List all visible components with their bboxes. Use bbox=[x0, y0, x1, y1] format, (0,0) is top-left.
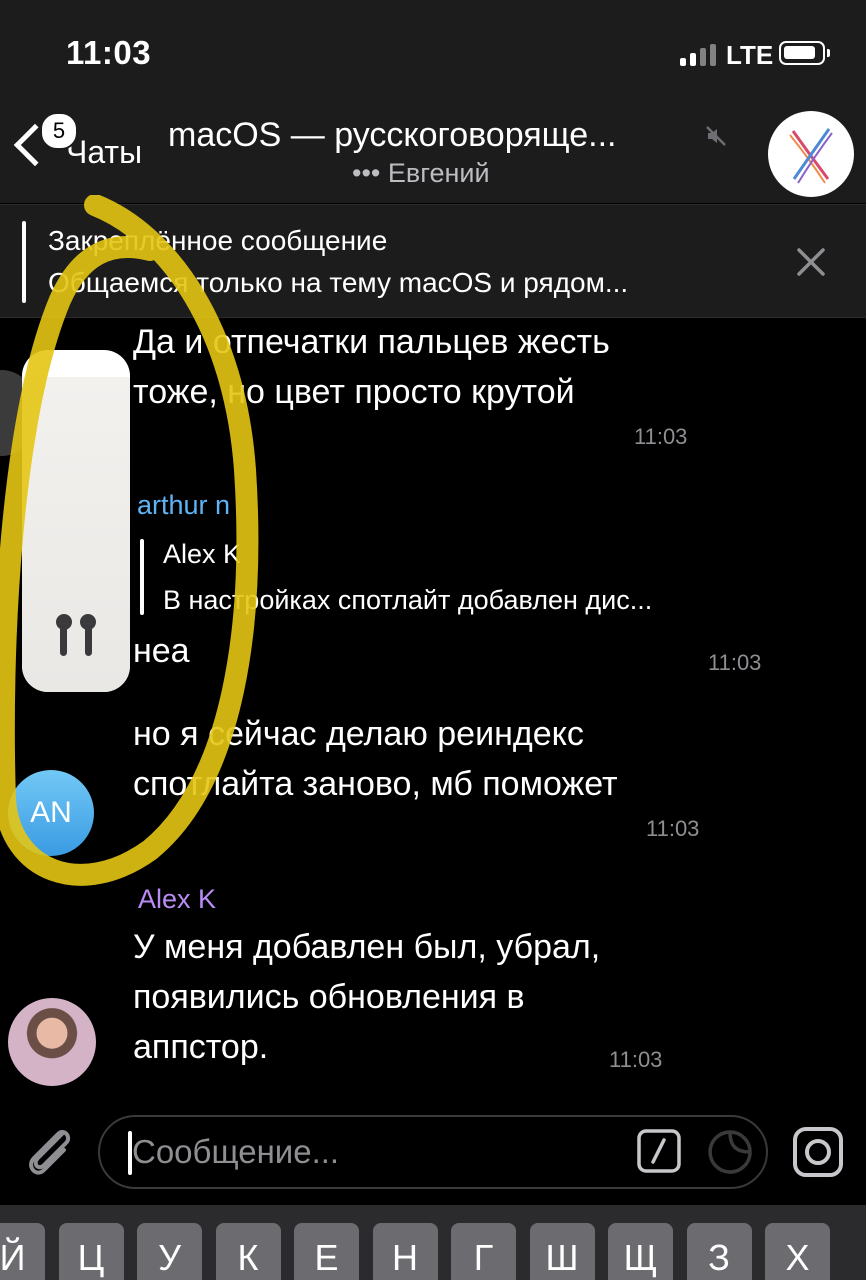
bot-command-icon[interactable] bbox=[636, 1128, 682, 1174]
message-time: 11:03 bbox=[646, 816, 700, 841]
sender-name[interactable]: Alex K bbox=[138, 884, 216, 915]
message-text: неа bbox=[133, 632, 190, 670]
message-text: спотлайта заново, мб поможет bbox=[133, 765, 618, 803]
keyboard: ЙЦУКЕНГШЩЗХ bbox=[0, 1205, 866, 1280]
message-text: тоже, но цвет просто крутой bbox=[133, 373, 575, 411]
pinned-text: Общаемся только на тему macOS и рядом... bbox=[48, 267, 629, 298]
back-button[interactable]: Чаты 5 bbox=[13, 112, 164, 182]
signal-icon bbox=[680, 44, 720, 66]
battery-icon bbox=[779, 41, 830, 65]
message-text: Да и отпечатки пальцев жесть bbox=[133, 323, 610, 361]
avatar[interactable] bbox=[8, 998, 96, 1086]
airpods-icon bbox=[56, 614, 96, 656]
back-label: Чаты bbox=[66, 134, 143, 170]
macos-x-logo-icon bbox=[789, 128, 833, 184]
key-0[interactable]: Й bbox=[0, 1223, 45, 1280]
key-5[interactable]: Н bbox=[372, 1223, 438, 1280]
status-time: 11:03 bbox=[66, 34, 152, 71]
camera-icon[interactable] bbox=[790, 1124, 846, 1180]
reply-author[interactable]: Alex K bbox=[163, 539, 241, 570]
message-text: аппстор. bbox=[133, 1028, 269, 1066]
message-time: 11:03 bbox=[609, 1047, 663, 1072]
message-text: но я сейчас делаю реиндекс bbox=[133, 715, 584, 753]
unread-badge: 5 bbox=[40, 112, 78, 150]
pinned-accent-bar bbox=[22, 221, 26, 303]
group-avatar[interactable] bbox=[768, 111, 854, 197]
chat-title[interactable]: macOS — русскоговоряще... bbox=[168, 116, 617, 155]
key-7[interactable]: Ш bbox=[529, 1223, 595, 1280]
message-time: 11:03 bbox=[634, 424, 688, 449]
key-10[interactable]: Х bbox=[765, 1223, 830, 1280]
message-text: У меня добавлен был, убрал, bbox=[133, 928, 601, 966]
key-2[interactable]: У bbox=[137, 1223, 202, 1280]
message-time: 11:03 bbox=[708, 650, 762, 675]
volume-hud[interactable] bbox=[22, 350, 130, 692]
message-text: появились обновления в bbox=[133, 978, 525, 1016]
avatar[interactable]: AN bbox=[8, 770, 94, 856]
mute-icon bbox=[706, 126, 726, 146]
carrier-label: LTE bbox=[726, 40, 774, 70]
key-1[interactable]: Ц bbox=[58, 1223, 124, 1280]
pinned-message[interactable]: Закреплённое сообщение Общаемся только н… bbox=[0, 204, 866, 318]
reply-accent-bar bbox=[140, 539, 144, 615]
key-6[interactable]: Г bbox=[451, 1223, 516, 1280]
key-8[interactable]: Щ bbox=[608, 1223, 673, 1280]
sticker-icon[interactable] bbox=[706, 1128, 754, 1176]
sender-name[interactable]: arthur n bbox=[137, 490, 230, 521]
paperclip-icon[interactable] bbox=[22, 1120, 76, 1180]
pinned-title: Закреплённое сообщение bbox=[48, 225, 388, 256]
key-3[interactable]: К bbox=[215, 1223, 281, 1280]
reply-text[interactable]: В настройках спотлайт добавлен дис... bbox=[163, 585, 652, 616]
key-9[interactable]: З bbox=[686, 1223, 752, 1280]
close-icon[interactable] bbox=[790, 241, 832, 283]
message-placeholder: Сообщение... bbox=[132, 1133, 340, 1170]
typing-status: ••• Евгений bbox=[352, 158, 490, 188]
key-4[interactable]: Е bbox=[294, 1223, 359, 1280]
